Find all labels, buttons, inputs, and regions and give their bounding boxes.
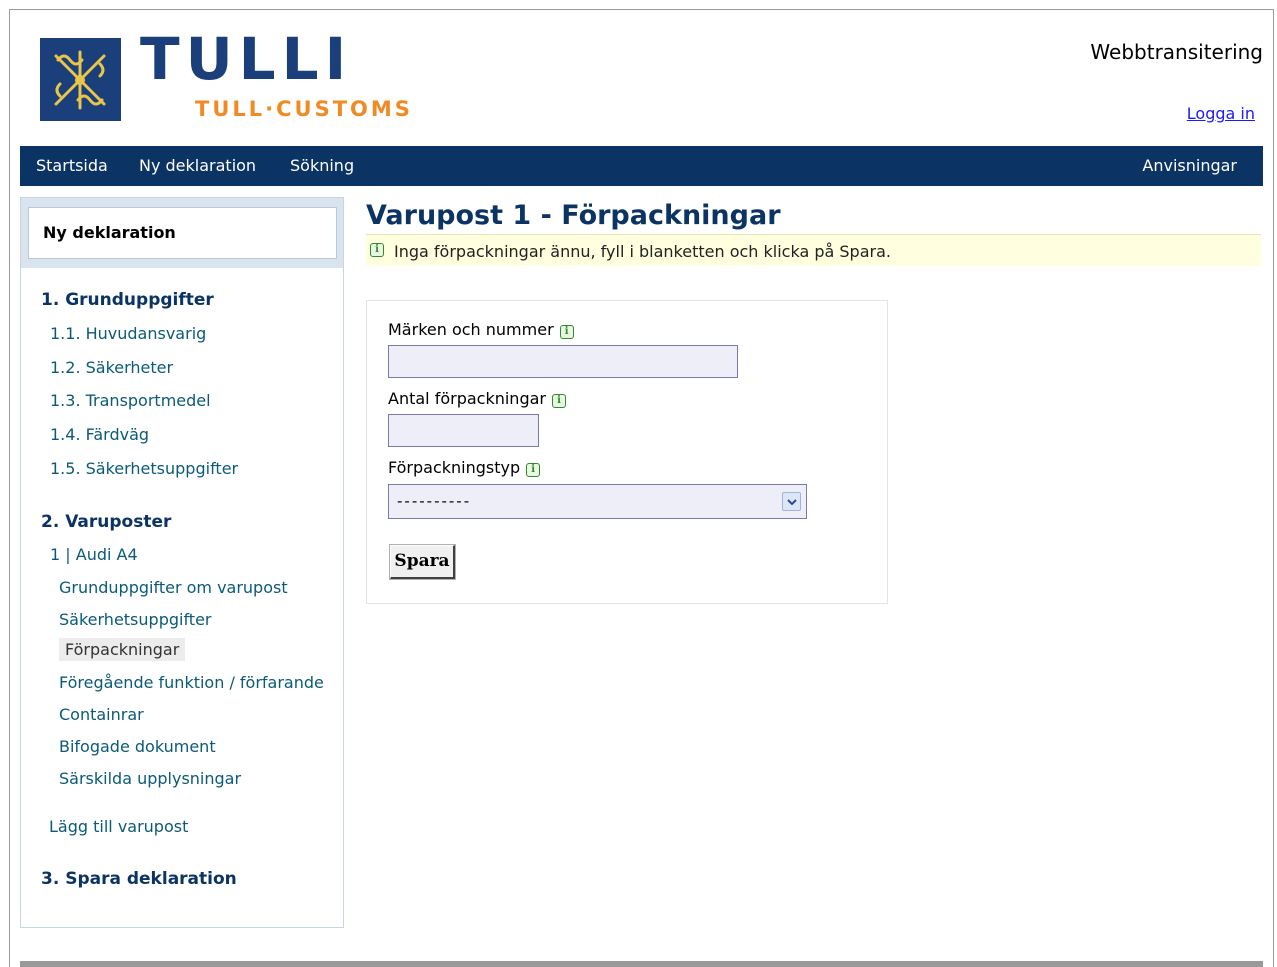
sidebar-item-foregaende-funktion[interactable]: Föregående funktion / förfarande bbox=[59, 673, 324, 692]
packaging-type-selected: ---------- bbox=[397, 492, 472, 510]
marks-input[interactable] bbox=[388, 345, 738, 378]
chevron-down-icon[interactable] bbox=[782, 492, 801, 511]
count-label-text: Antal förpackningar bbox=[388, 389, 546, 408]
info-icon[interactable]: i bbox=[559, 325, 574, 339]
info-message-bar: i Inga förpackningar ännu, fyll i blanke… bbox=[366, 234, 1261, 266]
sidebar-header: Ny deklaration bbox=[21, 198, 343, 268]
logo-wordmark: TULLI bbox=[140, 25, 353, 93]
type-label-text: Förpackningstyp bbox=[388, 458, 521, 477]
sidebar-item-grunduppgifter-om-varupost[interactable]: Grunduppgifter om varupost bbox=[59, 578, 288, 597]
count-input[interactable] bbox=[388, 414, 539, 447]
top-navigation: Startsida Ny deklaration Sökning Anvisni… bbox=[20, 146, 1263, 186]
sidebar-item-bifogade-dokument[interactable]: Bifogade dokument bbox=[59, 737, 216, 756]
packaging-form: Märken och nummer i Antal förpackningar i … bbox=[366, 300, 888, 604]
marks-label: Märken och nummer i bbox=[388, 320, 574, 339]
packaging-type-select[interactable]: ---------- bbox=[388, 484, 807, 519]
nav-anvisningar[interactable]: Anvisningar bbox=[1142, 156, 1237, 175]
login-link[interactable]: Logga in bbox=[1187, 104, 1255, 123]
sidebar: Ny deklaration 1. Grunduppgifter 1.1. Hu… bbox=[20, 197, 344, 928]
sidebar-item-sakerheter[interactable]: 1.2. Säkerheter bbox=[50, 358, 173, 377]
logo-subtitle: TULL·CUSTOMS bbox=[195, 97, 413, 121]
info-icon[interactable]: i bbox=[551, 394, 566, 408]
sidebar-item-huvudansvarig[interactable]: 1.1. Huvudansvarig bbox=[50, 324, 206, 343]
sidebar-item-varupost-1[interactable]: 1 | Audi A4 bbox=[50, 545, 138, 564]
type-label: Förpackningstyp i bbox=[388, 458, 541, 477]
sidebar-heading-box: Ny deklaration bbox=[28, 207, 337, 259]
sidebar-heading: Ny deklaration bbox=[43, 223, 176, 242]
nav-ny-deklaration[interactable]: Ny deklaration bbox=[139, 156, 256, 175]
add-item-link[interactable]: Lägg till varupost bbox=[49, 817, 188, 836]
sidebar-section-grunduppgifter[interactable]: 1. Grunduppgifter bbox=[41, 290, 214, 310]
sidebar-item-varupost-sakerhetsuppgifter[interactable]: Säkerhetsuppgifter bbox=[59, 610, 212, 629]
bottom-bar bbox=[20, 961, 1263, 967]
sidebar-item-transportmedel[interactable]: 1.3. Transportmedel bbox=[50, 391, 211, 410]
count-label: Antal förpackningar i bbox=[388, 389, 566, 408]
sidebar-section-varuposter[interactable]: 2. Varuposter bbox=[41, 512, 171, 532]
app-title: Webbtransitering bbox=[1090, 40, 1263, 64]
sidebar-item-sarskilda-upplysningar[interactable]: Särskilda upplysningar bbox=[59, 769, 241, 788]
sidebar-section-spara-deklaration[interactable]: 3. Spara deklaration bbox=[41, 869, 237, 889]
info-icon[interactable]: i bbox=[526, 463, 541, 477]
sidebar-item-sakerhetsuppgifter[interactable]: 1.5. Säkerhetsuppgifter bbox=[50, 459, 238, 478]
save-button[interactable]: Spara bbox=[389, 544, 456, 580]
nav-sokning[interactable]: Sökning bbox=[290, 156, 354, 175]
sidebar-item-fardvag[interactable]: 1.4. Färdväg bbox=[50, 425, 149, 444]
page-title: Varupost 1 - Förpackningar bbox=[366, 200, 781, 231]
sidebar-item-containrar[interactable]: Containrar bbox=[59, 705, 144, 724]
info-message-text: Inga förpackningar ännu, fyll i blankett… bbox=[394, 242, 891, 261]
info-icon: i bbox=[370, 243, 384, 257]
marks-label-text: Märken och nummer bbox=[388, 320, 554, 339]
tulli-emblem-icon bbox=[40, 38, 121, 121]
nav-startsida[interactable]: Startsida bbox=[36, 156, 108, 175]
sidebar-item-forpackningar[interactable]: Förpackningar bbox=[59, 638, 186, 661]
